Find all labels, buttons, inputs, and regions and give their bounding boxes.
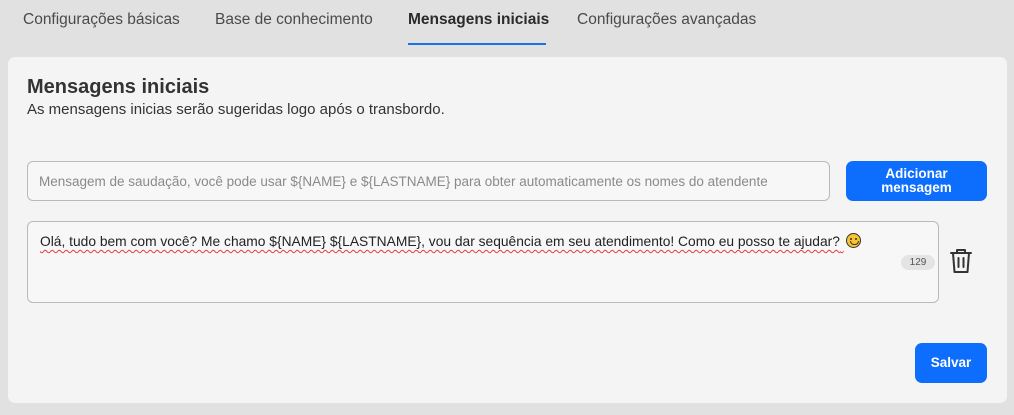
active-tab-indicator	[408, 43, 546, 45]
tab-base-de-conhecimento[interactable]: Base de conhecimento	[215, 11, 373, 29]
tab-mensagens-iniciais[interactable]: Mensagens iniciais	[408, 11, 549, 29]
initial-messages-card: Mensagens iniciais As mensagens inicias …	[8, 57, 1007, 403]
section-subtitle: As mensagens inicias serão sugeridas log…	[27, 101, 445, 118]
greeting-message-input[interactable]	[27, 161, 830, 201]
message-text: Olá, tudo bem com você? Me chamo ${NAME}…	[40, 233, 861, 249]
tab-configuracoes-basicas[interactable]: Configurações básicas	[23, 11, 180, 29]
trash-icon[interactable]	[949, 247, 973, 275]
save-button[interactable]: Salvar	[915, 343, 987, 383]
smiley-face-icon	[845, 233, 861, 248]
add-message-button[interactable]: Adicionar mensagem	[846, 161, 987, 201]
tab-configuracoes-avancadas[interactable]: Configurações avançadas	[577, 11, 756, 29]
character-count-badge: 129	[901, 255, 935, 270]
section-title: Mensagens iniciais	[27, 76, 210, 98]
tab-bar: Configurações básicas Base de conhecimen…	[0, 0, 1014, 46]
message-textarea[interactable]: Olá, tudo bem com você? Me chamo ${NAME}…	[27, 221, 939, 303]
